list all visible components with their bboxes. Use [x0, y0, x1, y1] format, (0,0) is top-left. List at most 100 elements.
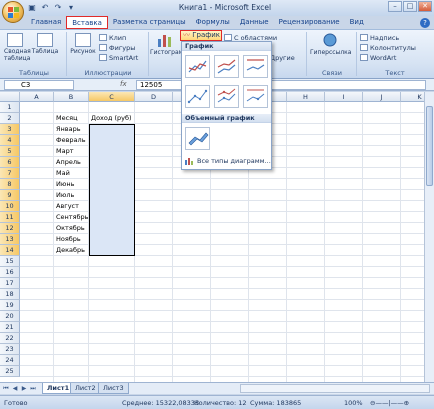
cell-b4[interactable]: Февраль: [56, 135, 87, 146]
row-header-12[interactable]: 12: [0, 223, 20, 234]
scroll-thumb[interactable]: [426, 106, 433, 186]
minimize-button[interactable]: –: [388, 1, 402, 12]
formula-input[interactable]: 12505: [136, 80, 426, 90]
3d-line-option[interactable]: [185, 127, 210, 150]
row-header-11[interactable]: 11: [0, 212, 20, 223]
next-sheet-icon[interactable]: ▶: [20, 384, 28, 393]
zoom-slider[interactable]: ⊖——|——⊕: [370, 399, 409, 407]
row-header-16[interactable]: 16: [0, 267, 20, 278]
select-all-corner[interactable]: [0, 92, 20, 102]
vertical-scrollbar[interactable]: [424, 92, 434, 382]
row-header-8[interactable]: 8: [0, 179, 20, 190]
column-header-k[interactable]: K: [401, 92, 424, 102]
table-button[interactable]: Таблица: [30, 33, 60, 55]
line-chart-option[interactable]: [185, 55, 210, 78]
cell-b8[interactable]: Июнь: [56, 179, 87, 190]
name-box[interactable]: C3: [4, 80, 74, 90]
cell-b5[interactable]: Март: [56, 146, 87, 157]
row-header-2[interactable]: 2: [0, 113, 20, 124]
prev-sheet-icon[interactable]: ◀: [11, 384, 19, 393]
row-header-25[interactable]: 25: [0, 366, 20, 377]
fx-icon[interactable]: fx: [120, 80, 127, 88]
customize-icon[interactable]: ▾: [66, 3, 76, 13]
row-header-14[interactable]: 14: [0, 245, 20, 256]
column-header-i[interactable]: I: [325, 92, 363, 102]
cell-b11[interactable]: Сентябрь: [56, 212, 88, 223]
100-stacked-line-option[interactable]: [243, 55, 268, 78]
row-header-7[interactable]: 7: [0, 168, 20, 179]
row-header-24[interactable]: 24: [0, 355, 20, 366]
tab-home[interactable]: Главная: [26, 16, 66, 29]
help-icon[interactable]: ?: [420, 18, 430, 28]
row-header-3[interactable]: 3: [0, 124, 20, 135]
sheet-tab-3[interactable]: Лист3: [98, 383, 129, 394]
last-sheet-icon[interactable]: ⏭: [29, 384, 37, 393]
save-icon[interactable]: ▣: [27, 3, 37, 13]
cell-b14[interactable]: Декабрь: [56, 245, 87, 256]
sheet-tab-2[interactable]: Лист2: [70, 383, 101, 394]
first-sheet-icon[interactable]: ⏮: [2, 384, 10, 393]
hyperlink-button[interactable]: Гиперссылка: [310, 33, 351, 56]
cell-b9[interactable]: Июль: [56, 190, 87, 201]
row-header-17[interactable]: 17: [0, 278, 20, 289]
row-header-5[interactable]: 5: [0, 146, 20, 157]
row-header-15[interactable]: 15: [0, 256, 20, 267]
picture-button[interactable]: Рисунок: [70, 33, 96, 55]
tab-formulas[interactable]: Формулы: [191, 16, 235, 29]
header-footer-button[interactable]: Колонтитулы: [360, 43, 416, 52]
undo-icon[interactable]: ↶: [40, 3, 50, 13]
stacked-line-option[interactable]: [214, 55, 239, 78]
row-header-13[interactable]: 13: [0, 234, 20, 245]
row-header-9[interactable]: 9: [0, 190, 20, 201]
other-charts-button[interactable]: Другие: [270, 53, 295, 62]
text-box-button[interactable]: Надпись: [360, 33, 399, 42]
column-header-a[interactable]: A: [20, 92, 54, 102]
column-header-j[interactable]: J: [363, 92, 401, 102]
row-header-1[interactable]: 1: [0, 102, 20, 113]
illustrations-group-label: Иллюстрации: [84, 69, 132, 77]
cell-b7[interactable]: Май: [56, 168, 87, 179]
histogram-button[interactable]: Гистограмма: [150, 33, 191, 56]
row-header-4[interactable]: 4: [0, 135, 20, 146]
tab-page-layout[interactable]: Разметка страницы: [108, 16, 191, 29]
tab-insert[interactable]: Вставка: [66, 16, 108, 29]
pivot-table-button[interactable]: Сводная таблица: [4, 33, 31, 62]
cell-b3[interactable]: Январь: [56, 124, 87, 135]
all-chart-types-button[interactable]: Все типы диаграмм...: [185, 157, 271, 165]
row-header-21[interactable]: 21: [0, 322, 20, 333]
cell-b10[interactable]: Август: [56, 201, 87, 212]
cell-b2[interactable]: Месяц: [56, 113, 87, 124]
redo-icon[interactable]: ↷: [53, 3, 63, 13]
cell-b6[interactable]: Апрель: [56, 157, 87, 168]
tab-data[interactable]: Данные: [235, 16, 274, 29]
clip-button[interactable]: Клип: [99, 33, 126, 42]
line-markers-option[interactable]: [185, 85, 210, 108]
close-button[interactable]: ✕: [418, 1, 432, 12]
row-header-23[interactable]: 23: [0, 344, 20, 355]
column-header-d[interactable]: D: [135, 92, 173, 102]
maximize-button[interactable]: □: [403, 1, 417, 12]
office-button[interactable]: [2, 1, 24, 23]
cell-b13[interactable]: Ноябрь: [56, 234, 87, 245]
percent-markers-option[interactable]: [243, 85, 268, 108]
tab-review[interactable]: Рецензирование: [274, 16, 345, 29]
stacked-markers-option[interactable]: [214, 85, 239, 108]
row-header-6[interactable]: 6: [0, 157, 20, 168]
cell-c2[interactable]: Доход (руб): [91, 113, 133, 124]
cell-b12[interactable]: Октябрь: [56, 223, 87, 234]
line-chart-button[interactable]: 〰 График ▾: [180, 30, 222, 47]
row-header-19[interactable]: 19: [0, 300, 20, 311]
wordart-button[interactable]: WordArt: [360, 53, 396, 62]
tab-view[interactable]: Вид: [345, 16, 369, 29]
column-header-h[interactable]: H: [287, 92, 325, 102]
zoom-level[interactable]: 100%: [344, 399, 363, 407]
column-header-c[interactable]: C: [89, 92, 135, 102]
row-header-22[interactable]: 22: [0, 333, 20, 344]
row-header-10[interactable]: 10: [0, 201, 20, 212]
row-header-18[interactable]: 18: [0, 289, 20, 300]
row-header-20[interactable]: 20: [0, 311, 20, 322]
horizontal-scrollbar[interactable]: [240, 384, 430, 393]
shapes-button[interactable]: Фигуры: [99, 43, 135, 52]
smartart-button[interactable]: SmartArt: [99, 53, 138, 62]
column-header-b[interactable]: B: [54, 92, 89, 102]
